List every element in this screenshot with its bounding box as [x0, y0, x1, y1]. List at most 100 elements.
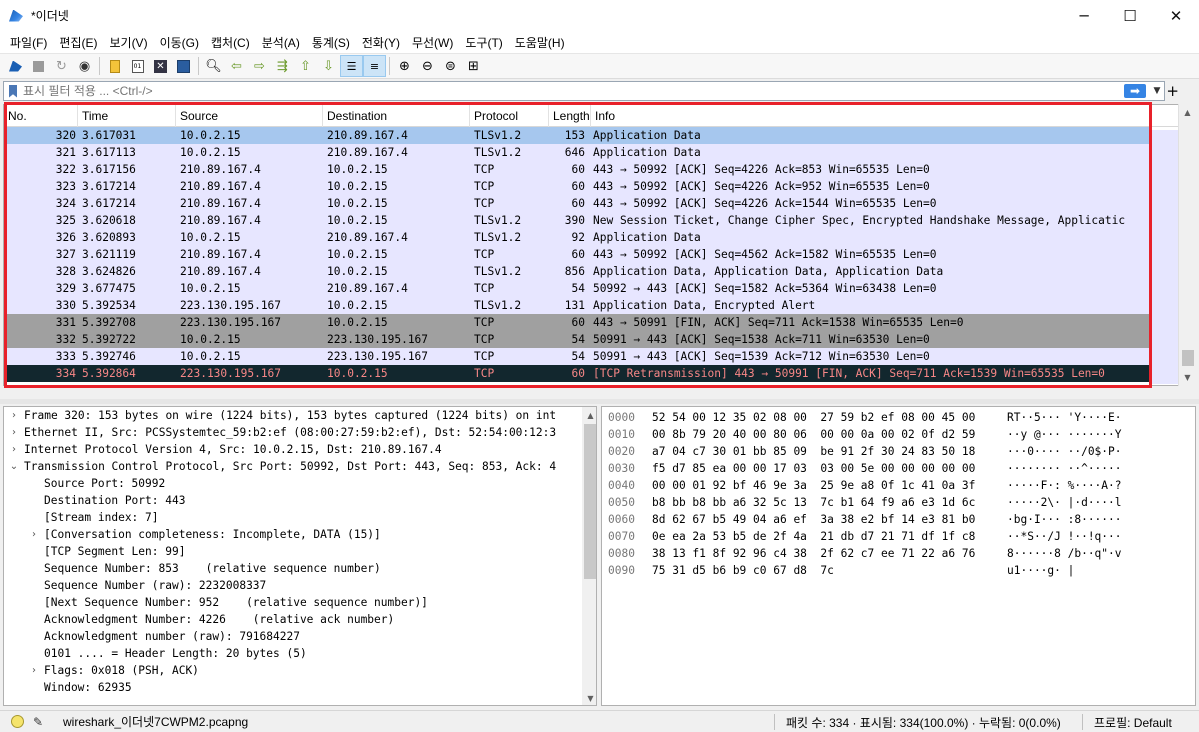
hex-bytes[interactable]: 75 31 d5 b6 b9 c0 67 d8 7c	[652, 562, 1007, 579]
hex-offset[interactable]: 0050	[602, 494, 652, 511]
hex-offset[interactable]: 0080	[602, 545, 652, 562]
detail-tree-item[interactable]: [Next Sequence Number: 952 (relative seq…	[4, 594, 596, 611]
hex-bytes[interactable]: 38 13 f1 8f 92 96 c4 38 2f 62 c7 ee 71 2…	[652, 545, 1007, 562]
menu-statistics[interactable]: 통계(S)	[306, 34, 356, 51]
detail-tree-item[interactable]: 0101 .... = Header Length: 20 bytes (5)	[4, 645, 596, 662]
pane-splitter[interactable]	[0, 399, 1199, 404]
menu-tools[interactable]: 도구(T)	[459, 34, 508, 51]
column-header-length[interactable]: Length	[549, 105, 591, 127]
scrollbar-thumb[interactable]	[584, 424, 596, 579]
packet-row[interactable]: 322 3.617156 210.89.167.4 10.0.2.15 TCP 60 443…	[4, 161, 1149, 178]
menu-help[interactable]: 도움말(H)	[509, 34, 571, 51]
packet-row[interactable]: 330 5.392534 223.130.195.167 10.0.2.15 TLSv1…	[4, 297, 1149, 314]
hex-bytes[interactable]: 8d 62 67 b5 49 04 a6 ef 3a 38 e2 bf 14 e…	[652, 511, 1007, 528]
packet-row[interactable]: 325 3.620618 210.89.167.4 10.0.2.15 TLSv1.2 3…	[4, 212, 1149, 229]
menu-file[interactable]: 파일(F)	[4, 34, 53, 51]
hex-offset[interactable]: 0090	[602, 562, 652, 579]
hex-bytes[interactable]: a7 04 c7 30 01 bb 85 09 be 91 2f 30 24 8…	[652, 443, 1007, 460]
packet-row[interactable]: 329 3.677475 10.0.2.15 210.89.167.4 TCP 54 509…	[4, 280, 1149, 297]
details-scrollbar[interactable]: ▲ ▼	[582, 407, 596, 705]
column-header-no[interactable]: No.	[4, 105, 78, 127]
display-filter-input[interactable]	[23, 83, 1124, 99]
packet-row[interactable]: 334 5.392864 223.130.195.167 10.0.2.15 TCP 60…	[4, 365, 1149, 382]
scroll-up-icon[interactable]: ▲	[582, 407, 596, 424]
detail-tree-item[interactable]: › Internet Protocol Version 4, Src: 10.0.…	[4, 441, 596, 458]
menu-view[interactable]: 보기(V)	[103, 34, 153, 51]
menu-capture[interactable]: 캡처(C)	[205, 34, 256, 51]
detail-tree-item[interactable]: [TCP Segment Len: 99]	[4, 543, 596, 560]
packet-row[interactable]: 323 3.617214 210.89.167.4 10.0.2.15 TCP 60 443…	[4, 178, 1149, 195]
detail-tree-item[interactable]: › [Conversation completeness: Incomplete,…	[4, 526, 596, 543]
hex-bytes[interactable]: b8 bb b8 bb a6 32 5c 13 7c b1 64 f9 a6 e…	[652, 494, 1007, 511]
hex-ascii[interactable]: u1····g· |	[1007, 562, 1074, 579]
scrollbar-thumb[interactable]	[1182, 350, 1194, 366]
minimize-button[interactable]: ─	[1061, 0, 1107, 31]
expand-down-icon[interactable]: ⌄	[4, 458, 24, 475]
column-header-source[interactable]: Source	[176, 105, 323, 127]
detail-tree-item[interactable]: ⌄ Transmission Control Protocol, Src Port…	[4, 458, 596, 475]
detail-tree-item[interactable]: Destination Port: 443	[4, 492, 596, 509]
menu-telephony[interactable]: 전화(Y)	[356, 34, 406, 51]
hex-ascii[interactable]: RT··5··· 'Y····E·	[1007, 409, 1122, 426]
detail-tree-item[interactable]: › Frame 320: 153 bytes on wire (1224 bits…	[4, 407, 596, 424]
save-file-icon[interactable]: 01	[126, 55, 149, 77]
hex-offset[interactable]: 0010	[602, 426, 652, 443]
bookmark-icon[interactable]	[9, 84, 17, 98]
capture-comment-icon[interactable]: ✎	[33, 715, 47, 729]
scroll-down-icon[interactable]: ▼	[1179, 369, 1196, 386]
hex-offset[interactable]: 0020	[602, 443, 652, 460]
find-packet-icon[interactable]: 🔍︎	[202, 55, 225, 77]
hex-offset[interactable]: 0070	[602, 528, 652, 545]
packet-row[interactable]: 326 3.620893 10.0.2.15 210.89.167.4 TLSv1.2 9…	[4, 229, 1149, 246]
column-header-time[interactable]: Time	[78, 105, 176, 127]
packet-row[interactable]: 332 5.392722 10.0.2.15 223.130.195.167 TCP 54…	[4, 331, 1149, 348]
hex-ascii[interactable]: ·····F·: %····A·?	[1007, 477, 1122, 494]
detail-tree-item[interactable]: › Ethernet II, Src: PCSSystemtec_59:b2:ef…	[4, 424, 596, 441]
hex-ascii[interactable]: ···0···· ··/0$·P·	[1007, 443, 1122, 460]
expand-right-icon[interactable]: ›	[4, 424, 24, 441]
add-filter-button[interactable]: +	[1166, 82, 1179, 100]
hex-bytes[interactable]: 52 54 00 12 35 02 08 00 27 59 b2 ef 08 0…	[652, 409, 1007, 426]
packet-row[interactable]: 321 3.617113 10.0.2.15 210.89.167.4 TLSv1.2 6…	[4, 144, 1149, 161]
hex-ascii[interactable]: ··*S··/J !··!q···	[1007, 528, 1122, 545]
menu-edit[interactable]: 편집(E)	[53, 34, 103, 51]
restart-capture-icon[interactable]: ↻	[50, 55, 73, 77]
detail-tree-item[interactable]: Window: 62935	[4, 679, 596, 696]
resize-columns-icon[interactable]: ⊞	[462, 55, 485, 77]
hex-offset[interactable]: 0030	[602, 460, 652, 477]
detail-tree-item[interactable]: Sequence Number (raw): 2232008337	[4, 577, 596, 594]
filter-dropdown-icon[interactable]: ▼	[1150, 86, 1164, 96]
column-header-destination[interactable]: Destination	[323, 105, 470, 127]
column-header-protocol[interactable]: Protocol	[470, 105, 549, 127]
packet-list-scrollbar[interactable]: ▲ ▼	[1178, 104, 1196, 386]
menu-go[interactable]: 이동(G)	[154, 34, 205, 51]
go-forward-icon[interactable]: ⇨	[248, 55, 271, 77]
hex-bytes[interactable]: 00 00 01 92 bf 46 9e 3a 25 9e a8 0f 1c 4…	[652, 477, 1007, 494]
hex-bytes[interactable]: 00 8b 79 20 40 00 80 06 00 00 0a 00 02 0…	[652, 426, 1007, 443]
packet-row[interactable]: 333 5.392746 10.0.2.15 223.130.195.167 TCP 54…	[4, 348, 1149, 365]
hex-ascii[interactable]: ··y @··· ·······Y	[1007, 426, 1122, 443]
packet-row[interactable]: 324 3.617214 210.89.167.4 10.0.2.15 TCP 60 443…	[4, 195, 1149, 212]
hex-bytes[interactable]: f5 d7 85 ea 00 00 17 03 03 00 5e 00 00 0…	[652, 460, 1007, 477]
close-file-icon[interactable]: ✕	[149, 55, 172, 77]
autoscroll-icon[interactable]: ☰	[340, 55, 363, 77]
detail-tree-item[interactable]: [Stream index: 7]	[4, 509, 596, 526]
expert-info-icon[interactable]	[11, 715, 24, 728]
scroll-up-icon[interactable]: ▲	[1179, 104, 1196, 121]
packet-row[interactable]: 327 3.621119 210.89.167.4 10.0.2.15 TCP 60 443…	[4, 246, 1149, 263]
hex-bytes[interactable]: 0e ea 2a 53 b5 de 2f 4a 21 db d7 21 71 d…	[652, 528, 1007, 545]
detail-tree-item[interactable]: Acknowledgment Number: 4226 (relative ac…	[4, 611, 596, 628]
status-profile[interactable]: 프로필: Default	[1094, 714, 1172, 731]
expand-right-icon[interactable]: ›	[4, 441, 24, 458]
apply-filter-arrow-icon[interactable]: ➡	[1124, 84, 1146, 98]
go-back-icon[interactable]: ⇦	[225, 55, 248, 77]
hex-offset[interactable]: 0000	[602, 409, 652, 426]
hex-ascii[interactable]: 8······8 /b··q"·v	[1007, 545, 1122, 562]
hex-ascii[interactable]: ········ ··^·····	[1007, 460, 1122, 477]
start-capture-icon[interactable]	[4, 55, 27, 77]
stop-capture-icon[interactable]	[27, 55, 50, 77]
expand-right-icon[interactable]: ›	[24, 662, 44, 679]
zoom-in-icon[interactable]: ⊕	[393, 55, 416, 77]
packet-row[interactable]: 328 3.624826 210.89.167.4 10.0.2.15 TLSv1.2 8…	[4, 263, 1149, 280]
packet-minimap[interactable]	[1152, 130, 1178, 384]
